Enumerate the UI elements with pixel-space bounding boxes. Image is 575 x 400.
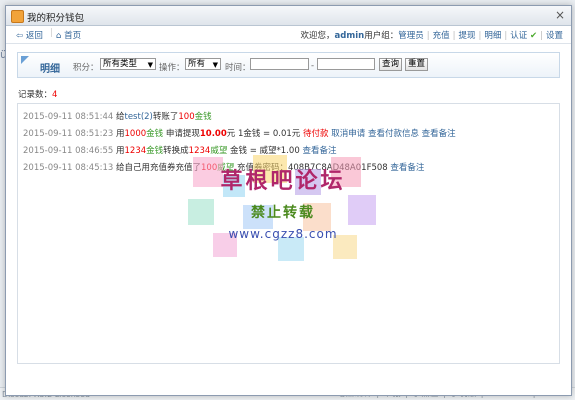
chevron-down-icon: ▼ [147,61,153,69]
back-arrow-icon: ⇦ [16,31,24,41]
dialog-toolbar: ⇦ 返回 | ⌂ 首页 欢迎您，admin用户组：管理员 | 充值 | 提现 | 明细 | 认证… [6,26,571,44]
tab-details[interactable]: 明细 [40,60,60,75]
home-label: 首页 [64,31,82,41]
usergroup-link[interactable]: 管理员 [398,31,424,41]
action-value: 所有 [188,59,206,69]
usergroup-label: 用户组： [364,31,399,41]
view-note-link[interactable]: 查看备注 [302,146,336,156]
score-type-select[interactable]: 所有类型 ▼ [100,58,156,70]
status-badge: 待付款 [303,129,329,139]
welcome-text: 欢迎您， [300,31,335,41]
record-count-value: 4 [52,90,58,100]
user-link[interactable]: test(2) [125,112,153,122]
nav-link-withdraw[interactable]: 提现 [458,31,475,41]
nav-link-recharge[interactable]: 充值 [433,31,450,41]
record-count: 记录数：4 [18,88,57,100]
dialog-title: 我的积分钱包 [27,13,85,24]
close-button[interactable]: × [555,8,565,22]
record-count-label: 记录数： [18,90,53,100]
time-separator: - [311,61,315,71]
filter-bar: 明细 积分： 所有类型 ▼ 操作： 所有 ▼ 时间： - 查询 重置 [17,52,560,78]
nav-link-settings[interactable]: 设置 [546,31,563,41]
home-icon: ⌂ [56,31,62,41]
list-item: 2015-09-11 08:51:44 给test(2)转账了100金钱 [23,112,212,122]
score-type-value: 所有类型 [103,59,138,69]
record-list: 2015-09-11 08:51:44 给test(2)转账了100金钱 201… [17,103,560,364]
nav-divider: | [50,28,53,38]
action-label: 操作： [159,63,185,73]
list-item: 2015-09-11 08:46:55 用1234金钱转换成1234威望 金钱 … [23,146,337,156]
start-time-input[interactable] [250,58,309,70]
home-button[interactable]: ⌂ 首页 [56,29,81,41]
view-note-link[interactable]: 查看备注 [390,163,424,173]
time-label: 时间： [225,63,251,73]
action-select[interactable]: 所有 ▼ [185,58,221,70]
username-link[interactable]: admin [335,31,365,41]
list-item: 2015-09-11 08:51:23 用1000金钱 申请提现10.00元 1… [23,129,456,139]
view-payment-link[interactable]: 查看付款信息 [368,129,419,139]
verified-check-icon: ✔ [529,31,538,41]
main-content: 明细 积分： 所有类型 ▼ 操作： 所有 ▼ 时间： - 查询 重置 记录数：4 2… [17,52,560,376]
back-label: 返回 [25,31,43,41]
nav-link-details[interactable]: 明细 [484,31,501,41]
flag-icon [21,56,29,64]
user-bar: 欢迎您，admin用户组：管理员 | 充值 | 提现 | 明细 | 认证 ✔ | 设置 [300,31,563,41]
chevron-down-icon: ▼ [212,61,218,69]
list-item: 2015-09-11 08:45:13 给自己用充值券充值了100威望 充值券密… [23,163,425,173]
end-time-input[interactable] [317,58,375,70]
wallet-icon [11,10,24,23]
back-button[interactable]: ⇦ 返回 [16,29,43,41]
reset-button[interactable]: 重置 [405,58,428,71]
dialog-titlebar: 我的积分钱包 × [6,6,571,26]
cancel-request-link[interactable]: 取消申请 [331,129,365,139]
view-note-link[interactable]: 查看备注 [422,129,456,139]
score-label: 积分： [73,63,99,73]
nav-link-verify[interactable]: 认证 [510,31,527,41]
wallet-dialog: 我的积分钱包 × ⇦ 返回 | ⌂ 首页 欢迎您，admin用户组：管理员 | 充值… [5,5,572,396]
query-button[interactable]: 查询 [379,58,402,71]
